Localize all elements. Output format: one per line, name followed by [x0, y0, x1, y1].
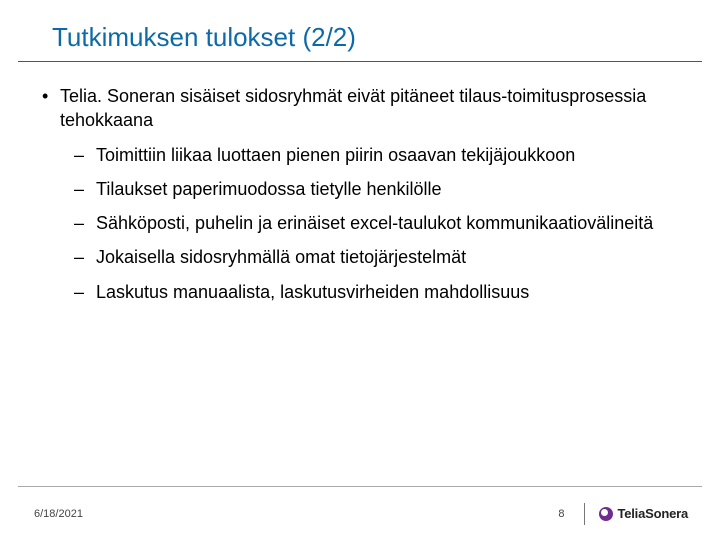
bullet-level2: – Toimittiin liikaa luottaen pienen piir… [74, 143, 678, 167]
slide: Tutkimuksen tulokset (2/2) • Telia. Sone… [0, 0, 720, 540]
bullet-dot-icon: • [42, 84, 60, 133]
bullet-level2-text: Jokaisella sidosryhmällä omat tietojärje… [96, 245, 466, 269]
footer-page-number: 8 [558, 508, 580, 520]
bullet-level2: – Sähköposti, puhelin ja erinäiset excel… [74, 211, 678, 235]
bullet-level2-text: Tilaukset paperimuodossa tietylle henkil… [96, 177, 442, 201]
content-area: • Telia. Soneran sisäiset sidosryhmät ei… [0, 62, 720, 540]
footer-divider [584, 503, 585, 525]
bullet-level1: • Telia. Soneran sisäiset sidosryhmät ei… [42, 84, 678, 133]
title-bar: Tutkimuksen tulokset (2/2) [18, 0, 702, 62]
bullet-level2: – Jokaisella sidosryhmällä omat tietojär… [74, 245, 678, 269]
logo-mark-icon [599, 507, 613, 521]
bullet-level1-text: Telia. Soneran sisäiset sidosryhmät eivä… [60, 84, 678, 133]
logo: TeliaSonera [599, 506, 702, 521]
slide-title: Tutkimuksen tulokset (2/2) [52, 22, 702, 53]
bullet-dash-icon: – [74, 211, 96, 235]
footer: 6/18/2021 8 TeliaSonera [18, 486, 702, 540]
bullet-level2-text: Toimittiin liikaa luottaen pienen piirin… [96, 143, 575, 167]
bullet-dash-icon: – [74, 280, 96, 304]
bullet-dash-icon: – [74, 245, 96, 269]
bullet-level2: – Laskutus manuaalista, laskutusvirheide… [74, 280, 678, 304]
bullet-level2: – Tilaukset paperimuodossa tietylle henk… [74, 177, 678, 201]
bullet-level2-text: Sähköposti, puhelin ja erinäiset excel-t… [96, 211, 653, 235]
bullet-dash-icon: – [74, 177, 96, 201]
bullet-level2-text: Laskutus manuaalista, laskutusvirheiden … [96, 280, 529, 304]
footer-date: 6/18/2021 [18, 508, 558, 520]
bullet-dash-icon: – [74, 143, 96, 167]
logo-text: TeliaSonera [617, 506, 688, 521]
